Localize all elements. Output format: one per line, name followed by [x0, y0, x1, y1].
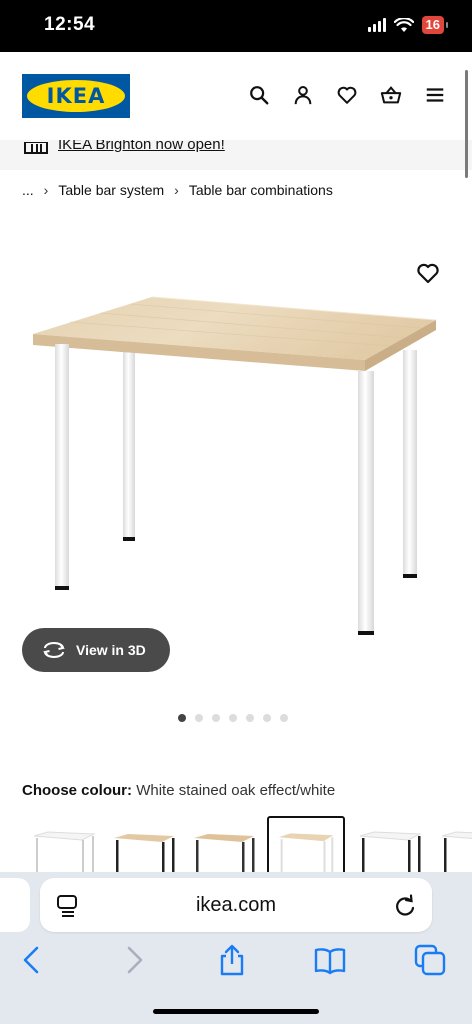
breadcrumb-ellipsis[interactable]: ... [22, 182, 34, 198]
forward-icon[interactable] [118, 944, 150, 976]
carousel-dot[interactable] [246, 714, 254, 722]
browser-toolbar [0, 944, 472, 980]
signal-icon [367, 18, 386, 32]
home-indicator [153, 1009, 319, 1014]
wishlist-heart-icon[interactable] [416, 262, 440, 284]
breadcrumb-item-table-bar-system[interactable]: Table bar system [58, 182, 164, 198]
tabs-icon[interactable] [414, 944, 446, 976]
bookmarks-icon[interactable] [314, 944, 346, 976]
carousel-dot[interactable] [195, 714, 203, 722]
profile-icon[interactable] [292, 84, 314, 106]
logo-oval: IKEA [27, 80, 125, 112]
store-icon [24, 142, 48, 154]
view-in-3d-button[interactable]: View in 3D [22, 628, 170, 672]
url-text: ikea.com [195, 894, 277, 916]
chevron-right-icon: › [43, 182, 49, 198]
swatch-white-white[interactable] [28, 820, 104, 872]
share-icon[interactable] [216, 944, 248, 976]
chevron-right-icon: › [174, 182, 179, 198]
carousel-dot[interactable] [263, 714, 271, 722]
ikea-logo[interactable]: IKEA [22, 74, 130, 118]
battery-indicator: 16 [421, 16, 449, 34]
rotate-3d-icon [43, 642, 65, 658]
back-icon[interactable] [16, 944, 48, 976]
view-in-3d-label: View in 3D [76, 642, 146, 658]
swatch-oak-black[interactable] [108, 820, 184, 872]
product-image[interactable] [0, 250, 472, 650]
status-indicators: 16 [367, 16, 449, 34]
swatch-selected-image [278, 833, 334, 872]
swatch-white-stained-oak-selected[interactable] [267, 816, 345, 872]
carousel-dot[interactable] [280, 714, 288, 722]
colour-value: White stained oak effect/white [136, 782, 336, 799]
header-icons [248, 84, 446, 106]
basket-icon[interactable] [380, 84, 402, 106]
swatch-white-black[interactable] [354, 820, 430, 872]
colour-label: Choose colour: [22, 782, 133, 799]
status-time: 12:54 [44, 14, 96, 35]
carousel-dot[interactable] [229, 714, 237, 722]
scroll-indicator [465, 70, 468, 178]
reload-icon[interactable] [394, 894, 416, 918]
swatch-oak-dark-legs[interactable] [188, 820, 264, 872]
promo-banner[interactable]: IKEA Brighton now open! [0, 140, 472, 170]
status-bar: 12:54 16 [0, 0, 472, 52]
wifi-icon [393, 17, 414, 32]
previous-tab-preview[interactable] [0, 878, 30, 932]
colour-selection: Choose colour: White stained oak effect/… [22, 782, 335, 799]
browser-bar: ikea.com [0, 872, 472, 1024]
breadcrumb-item-table-bar-combinations[interactable]: Table bar combinations [189, 182, 333, 198]
address-bar[interactable]: ikea.com [40, 878, 432, 932]
search-icon[interactable] [248, 84, 270, 106]
image-carousel-dots [178, 714, 288, 722]
heart-icon[interactable] [336, 84, 358, 106]
site-header: IKEA [0, 52, 472, 140]
promo-link[interactable]: IKEA Brighton now open! [58, 140, 225, 153]
carousel-dot[interactable] [212, 714, 220, 722]
swatch-partial[interactable] [436, 820, 472, 872]
breadcrumb: ... › Table bar system › Table bar combi… [22, 182, 333, 198]
logo-text: IKEA [46, 84, 106, 108]
colour-swatches [0, 816, 472, 872]
carousel-dot[interactable] [178, 714, 186, 722]
menu-icon[interactable] [424, 84, 446, 106]
